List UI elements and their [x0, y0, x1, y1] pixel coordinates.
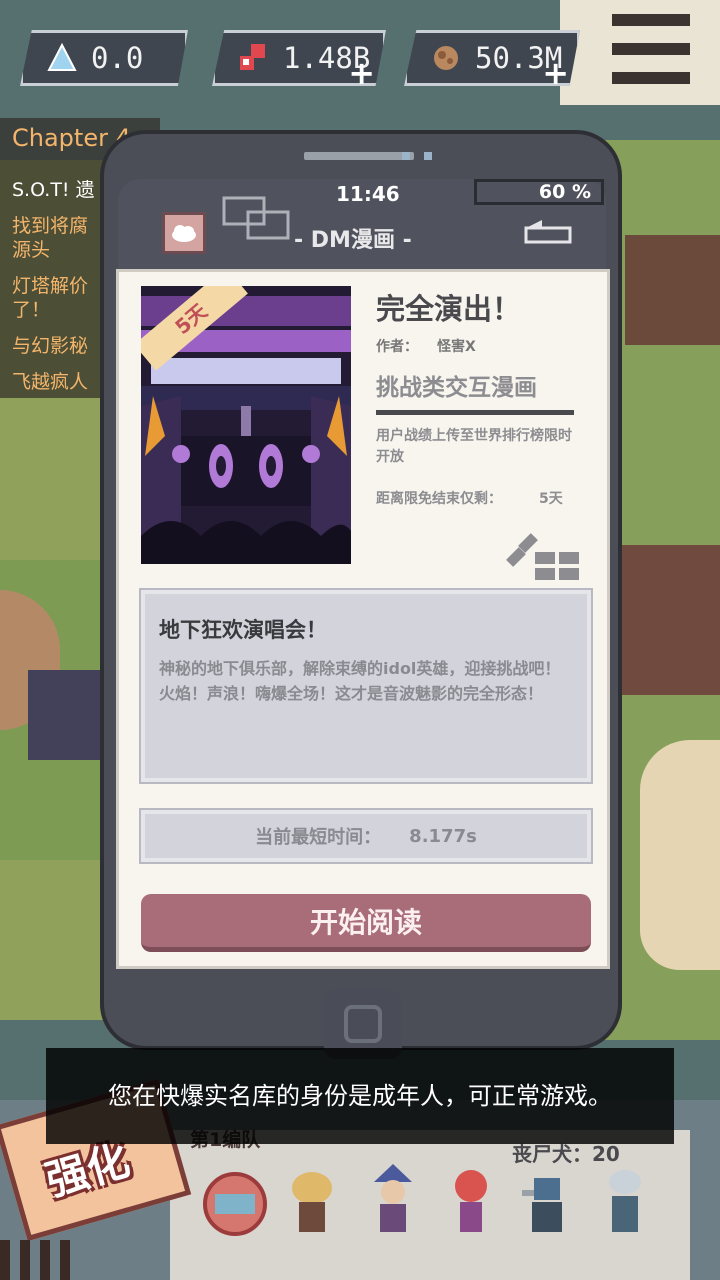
author-name: 怪害X: [437, 339, 476, 355]
best-time-label: 当前最短时间：: [255, 827, 382, 848]
building-east-2[interactable]: [620, 545, 720, 695]
menu-bar: [612, 14, 690, 26]
phone-speaker: [304, 152, 414, 160]
story-description: 神秘的地下俱乐部，解除束缚的idol英雄，迎接挑战吧！火焰！声浪！嗨爆全场！这才…: [159, 659, 561, 703]
best-time-value: 8.177s: [409, 825, 477, 847]
ruby-icon: [237, 41, 271, 75]
stripe-decoration: [0, 1240, 80, 1280]
ore-icon: [429, 41, 463, 75]
phone-camera: [424, 152, 432, 160]
hero-slot-1[interactable]: [200, 1160, 270, 1244]
leaderboard-note: 用户战绩上传至世界排行榜限时开放: [376, 428, 572, 465]
menu-bar: [612, 43, 690, 55]
window-icon: [222, 196, 290, 240]
crystal-counter: 0.0: [20, 30, 188, 86]
status-time: 11:46: [336, 182, 400, 206]
limit-label: 距离限免结束仅剩：: [376, 491, 502, 507]
phone-frame: 11:46 60 % - DM漫画 - 5天 完全演出！ 作者： 怪害X 挑战类…: [100, 130, 622, 1059]
story-title: 地下狂欢演唱会！: [159, 618, 327, 642]
hero-slot-5[interactable]: [520, 1160, 574, 1244]
author-label: 作者：: [376, 339, 418, 355]
crystal-value: 0.0: [91, 41, 144, 75]
story-box: 地下狂欢演唱会！ 神秘的地下俱乐部，解除束缚的idol英雄，迎接挑战吧！火焰！声…: [139, 588, 593, 784]
hero-slot-4[interactable]: [444, 1160, 498, 1244]
ruby-counter: 1.48B +: [212, 30, 386, 86]
phone-sensor: [402, 152, 410, 160]
ore-counter: 50.3M +: [404, 30, 580, 86]
menu-button[interactable]: [612, 14, 690, 84]
comic-cover[interactable]: 5天: [141, 286, 351, 564]
start-reading-button[interactable]: 开始阅读: [141, 894, 591, 952]
battery-indicator: 60 %: [474, 179, 604, 205]
comic-genre: 挑战类交互漫画: [376, 375, 537, 401]
menu-bar: [612, 72, 690, 84]
crystal-icon: [45, 41, 79, 75]
comic-title: 完全演出！: [376, 292, 522, 326]
toast-message: 您在快爆实名库的身份是成年人，可正常游戏。: [46, 1048, 674, 1144]
limit-value: 5天: [539, 491, 563, 507]
app-title: - DM漫画 -: [294, 228, 412, 253]
back-icon[interactable]: [522, 218, 574, 248]
add-ore-button[interactable]: +: [542, 57, 569, 86]
best-time-box: 当前最短时间： 8.177s: [139, 808, 593, 864]
hero-slot-3[interactable]: [366, 1160, 420, 1244]
comic-detail-screen: 5天 完全演出！ 作者： 怪害X 挑战类交互漫画 用户战绩上传至世界排行榜限时开…: [116, 269, 610, 969]
add-ruby-button[interactable]: +: [348, 57, 375, 86]
interactive-game-icon: [506, 533, 579, 580]
divider: [376, 410, 574, 415]
building-east-1[interactable]: [625, 235, 720, 345]
purple-building[interactable]: [28, 670, 108, 760]
quest-item[interactable]: 灯塔解价 了！: [12, 274, 88, 322]
quest-item[interactable]: 飞越疯人: [12, 370, 88, 394]
sand-patch-east: [640, 740, 720, 970]
hero-slot-2[interactable]: [285, 1160, 339, 1244]
home-square-icon: [344, 1005, 382, 1043]
quest-item[interactable]: 与幻影秘: [12, 334, 88, 358]
cloud-app-icon[interactable]: [162, 212, 206, 254]
quest-item[interactable]: S.O.T! 遗: [12, 178, 95, 202]
quest-item[interactable]: 找到将腐 源头: [12, 214, 88, 262]
hero-slot-6[interactable]: [598, 1160, 652, 1244]
